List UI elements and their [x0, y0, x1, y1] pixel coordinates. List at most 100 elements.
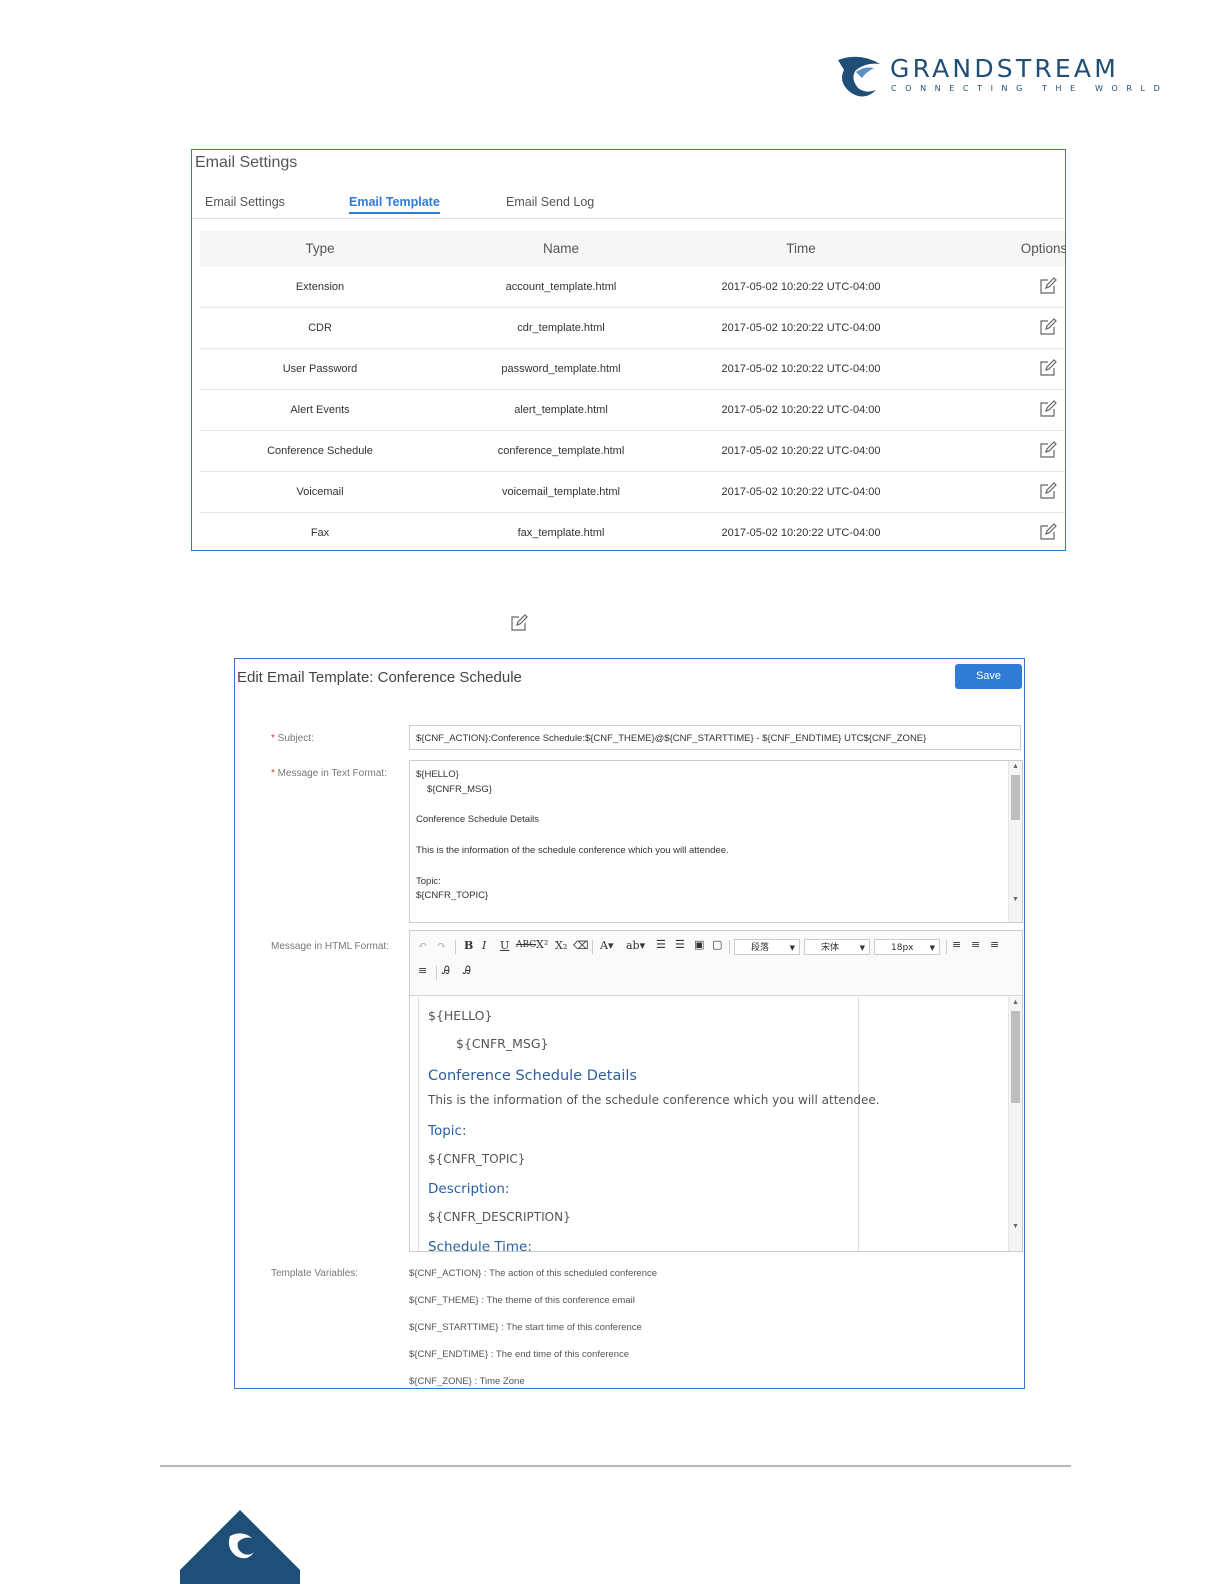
column-header-name: Name: [542, 241, 580, 256]
format-painter-icon[interactable]: Ꭿ: [463, 964, 471, 978]
justify-icon[interactable]: ≡: [418, 964, 427, 977]
grandstream-logo: GRANDSTREAM CONNECTING THE WORLD: [836, 52, 1166, 102]
edit-icon[interactable]: [1039, 318, 1057, 336]
clear-format-icon[interactable]: Ꭿ: [442, 964, 450, 978]
template-variable: ${CNF_THEME} : The theme of this confere…: [409, 1295, 635, 1306]
edit-icon[interactable]: [1039, 482, 1057, 500]
footer-logo-icon: [180, 1510, 300, 1584]
cell-time: 2017-05-02 10:20:22 UTC-04:00: [721, 404, 881, 416]
font-size-select-value: 18px: [891, 943, 914, 953]
subject-label-text: Subject:: [277, 733, 314, 744]
template-variable: ${CNF_STARTTIME} : The start time of thi…: [409, 1322, 642, 1333]
font-select[interactable]: 宋体 ▼: [804, 939, 870, 955]
cell-type: Extension: [295, 281, 345, 293]
cell-name: alert_template.html: [514, 404, 608, 416]
subject-label: * Subject:: [271, 733, 314, 744]
html-line: This is the information of the schedule …: [428, 1093, 880, 1107]
edit-icon: [511, 614, 528, 631]
ordered-list-icon[interactable]: ☰: [656, 938, 666, 951]
cell-type: CDR: [308, 322, 332, 334]
table-row: Voicemail voicemail_template.html 2017-05-…: [200, 472, 1065, 513]
subscript-icon[interactable]: X₂: [555, 939, 567, 952]
save-button[interactable]: Save: [955, 664, 1022, 689]
html-editor[interactable]: ↶ ↷ B I U ABC X² X₂ ⌫ A▾ ab▾ ☰ ☰ ▣ ▢ 段落 ▼…: [409, 930, 1023, 1252]
subject-input[interactable]: ${CNF_ACTION}:Conference Schedule:${CNF_…: [409, 725, 1021, 750]
cell-time: 2017-05-02 10:20:22 UTC-04:00: [721, 486, 881, 498]
text-line: Conference Schedule Details: [416, 814, 540, 825]
redo-icon[interactable]: ↷: [437, 939, 446, 952]
scrollbar-thumb[interactable]: [1011, 775, 1020, 820]
edit-icon[interactable]: [1039, 277, 1057, 295]
html-line: ${CNFR_DESCRIPTION}: [428, 1210, 571, 1224]
tab-email-settings[interactable]: Email Settings: [205, 195, 285, 209]
required-marker: *: [271, 768, 278, 779]
paragraph-select-value: 段落: [751, 943, 770, 953]
edit-icon[interactable]: [1039, 359, 1057, 377]
cell-type: User Password: [282, 363, 358, 375]
column-header-time: Time: [786, 241, 816, 256]
unordered-list-icon[interactable]: ☰: [675, 938, 685, 951]
cell-type: Fax: [310, 527, 330, 539]
paragraph-select[interactable]: 段落 ▼: [734, 939, 800, 955]
table-row: Alert Events alert_template.html 2017-05-0…: [200, 390, 1065, 431]
panel-title: Email Settings: [195, 154, 298, 171]
font-color-icon[interactable]: A▾: [600, 939, 613, 952]
html-heading: Description:: [428, 1181, 510, 1197]
template-variable: ${CNF_ACTION} : The action of this sched…: [409, 1268, 658, 1279]
toolbar-divider: [592, 940, 593, 954]
editor-scrollbar[interactable]: ▲ ▼: [1008, 997, 1022, 1251]
chevron-down-icon: ▼: [789, 944, 795, 952]
scroll-down-arrow-icon[interactable]: ▼: [1011, 896, 1020, 904]
cell-type: Alert Events: [290, 404, 350, 416]
align-right-icon[interactable]: ≡: [990, 938, 999, 951]
strikethrough-icon[interactable]: ABC: [516, 940, 536, 950]
undo-icon[interactable]: ↶: [418, 939, 427, 952]
font-size-select[interactable]: 18px ▼: [874, 939, 940, 955]
text-line: Topic:: [416, 876, 441, 887]
page-icon[interactable]: ▢: [712, 938, 722, 951]
editor-document[interactable]: ${HELLO} ${CNFR_MSG} Conference Schedule…: [418, 997, 880, 1251]
cell-time: 2017-05-02 10:20:22 UTC-04:00: [721, 281, 881, 293]
cell-time: 2017-05-02 10:20:22 UTC-04:00: [721, 527, 881, 539]
align-left-icon[interactable]: ≡: [952, 938, 961, 951]
column-header-options: Options: [1020, 241, 1066, 256]
superscript-icon[interactable]: X²: [536, 938, 548, 951]
text-line: ${CNFR_MSG}: [427, 784, 492, 795]
underline-icon[interactable]: U: [500, 939, 509, 952]
edit-icon[interactable]: [1039, 441, 1057, 459]
toolbar-divider: [729, 940, 730, 954]
chevron-down-icon: ▼: [929, 944, 935, 952]
highlight-icon[interactable]: ab▾: [626, 939, 645, 952]
scrollbar-thumb[interactable]: [1011, 1011, 1020, 1103]
cell-name: conference_template.html: [497, 445, 625, 457]
eraser-icon[interactable]: ⌫: [573, 939, 589, 952]
toolbar-divider: [436, 966, 437, 980]
html-line: ${CNFR_MSG}: [456, 1036, 549, 1051]
text-format-label: * Message in Text Format:: [271, 768, 387, 779]
scroll-up-arrow-icon[interactable]: ▲: [1011, 763, 1020, 771]
cell-type: Conference Schedule: [267, 445, 373, 457]
cell-time: 2017-05-02 10:20:22 UTC-04:00: [721, 363, 881, 375]
html-heading: Topic:: [428, 1123, 467, 1139]
column-header-type: Type: [305, 241, 335, 256]
tab-email-template[interactable]: Email Template: [349, 195, 440, 214]
align-center-icon[interactable]: ≡: [971, 938, 980, 951]
textarea-scrollbar[interactable]: ▲ ▼: [1008, 761, 1022, 922]
bold-icon[interactable]: B: [464, 939, 473, 952]
anchor-icon[interactable]: ▣: [694, 938, 704, 951]
text-message-textarea[interactable]: ${HELLO} ${CNFR_MSG} Conference Schedule…: [409, 760, 1023, 923]
cell-name: cdr_template.html: [517, 322, 605, 334]
cell-name: voicemail_template.html: [502, 486, 620, 498]
text-line: ${CNFR_TOPIC}: [416, 890, 489, 901]
italic-icon[interactable]: I: [482, 939, 486, 952]
editor-toolbar: ↶ ↷ B I U ABC X² X₂ ⌫ A▾ ab▾ ☰ ☰ ▣ ▢ 段落 ▼…: [410, 931, 1022, 996]
table-row: Extension account_template.html 2017-05-02…: [200, 267, 1065, 308]
edit-icon[interactable]: [1039, 523, 1057, 541]
scroll-down-arrow-icon[interactable]: ▼: [1011, 1223, 1020, 1231]
html-line: ${CNFR_TOPIC}: [428, 1152, 526, 1166]
tab-email-send-log[interactable]: Email Send Log: [506, 195, 594, 209]
grandstream-swoosh-icon: [838, 56, 880, 97]
scroll-up-arrow-icon[interactable]: ▲: [1011, 999, 1020, 1007]
logo-brand-text: GRANDSTREAM: [890, 54, 1119, 83]
edit-icon[interactable]: [1039, 400, 1057, 418]
